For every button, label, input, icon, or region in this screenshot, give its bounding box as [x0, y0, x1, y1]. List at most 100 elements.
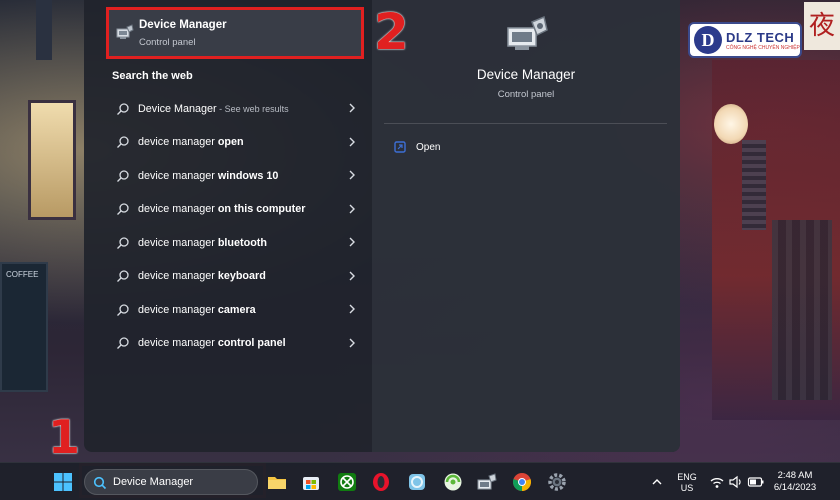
chalkboard-text: COFFEE [6, 270, 39, 279]
suggestion-text: device manager [138, 337, 218, 350]
taskbar-search-value: Device Manager [113, 476, 194, 488]
open-label: Open [416, 141, 441, 153]
logo-kanji: 夜 [804, 2, 840, 50]
chrome-icon[interactable] [511, 471, 533, 493]
web-suggestion-label: device manager on this computer [138, 203, 305, 215]
open-icon [394, 141, 406, 153]
chevron-right-icon [349, 170, 355, 180]
clock[interactable]: 2:48 AM 6/14/2023 [770, 470, 820, 494]
green-app-icon[interactable] [442, 471, 464, 493]
suggestion-bold-text: bluetooth [217, 236, 267, 249]
annotation-box-best-match [106, 7, 364, 59]
search-icon [93, 476, 107, 490]
web-suggestion-label: device manager control panel [138, 337, 286, 349]
suggestion-bold-text: open [217, 136, 244, 149]
language-code: ENG [677, 472, 697, 482]
search-icon [117, 103, 129, 115]
search-icon [117, 170, 129, 182]
suggestion-text: Device Manager [138, 102, 217, 115]
logo-tagline: CÔNG NGHỆ CHUYÊN NGHIỆP [726, 44, 800, 51]
wallpaper-lantern [714, 104, 748, 144]
wallpaper-pipes [772, 220, 832, 400]
open-button[interactable]: Open [394, 138, 440, 156]
chevron-up-icon[interactable] [650, 471, 664, 493]
suggestion-bold-text: on this computer [217, 203, 306, 216]
search-icon [117, 337, 129, 350]
web-suggestion-label: device manager windows 10 [138, 170, 278, 182]
windows-start-icon[interactable] [52, 471, 74, 493]
suggestion-bold-text: camera [217, 303, 256, 316]
suggestion-bold-text: keyboard [217, 270, 266, 283]
web-suggestion-item[interactable]: device manager open [108, 126, 362, 160]
chevron-right-icon [349, 103, 355, 113]
suggestion-bold-text: control panel [217, 337, 286, 350]
device-manager-large-icon [507, 15, 548, 50]
wallpaper-chalkboard: COFFEE [0, 262, 48, 392]
taskbar: Device Manager ENG US 2:48 AM 6/14/2023 [0, 462, 840, 500]
suggestion-text: device manager [138, 203, 218, 216]
search-icon [117, 270, 129, 283]
clock-time: 2:48 AM [777, 470, 813, 481]
web-suggestion-item[interactable]: Device Manager - See web results [108, 92, 362, 126]
wifi-icon[interactable] [709, 471, 725, 493]
chevron-right-icon [349, 137, 355, 146]
chevron-right-icon [349, 338, 355, 347]
suggestion-text: device manager [138, 236, 218, 249]
logo-badge: D DLZ TECH CÔNG NGHỆ CHUYÊN NGHIỆP [688, 22, 802, 58]
suggestion-text: device manager [138, 303, 218, 316]
volume-icon[interactable] [728, 471, 744, 493]
settings-icon[interactable] [546, 471, 568, 493]
suggestion-text: device manager [138, 270, 218, 283]
logo-mark-icon: D [694, 26, 722, 54]
wallpaper-lamp [36, 0, 52, 60]
details-subtitle: Control panel [497, 89, 555, 100]
results-list-column: Device Manager Control panel Search the … [84, 0, 372, 452]
chevron-right-icon [349, 271, 355, 280]
wallpaper-left: COFFEE [0, 0, 84, 462]
details-title: Device Manager [476, 67, 576, 82]
taskbar-search-field[interactable]: Device Manager [84, 469, 258, 495]
web-suggestion-label: Device Manager - See web results [138, 103, 289, 115]
web-suggestion-item[interactable]: device manager windows 10 [108, 159, 362, 193]
web-suggestion-item[interactable]: device manager on this computer [108, 193, 362, 227]
search-icon [117, 136, 129, 149]
suggestion-text: device manager [138, 136, 218, 149]
device-manager-taskbar-icon[interactable] [476, 471, 498, 493]
web-suggestion-item[interactable]: device manager camera [108, 293, 362, 327]
snipping-tool-icon[interactable] [406, 471, 428, 493]
web-suggestion-item[interactable]: device manager bluetooth [108, 226, 362, 260]
details-divider [384, 123, 667, 124]
watermark-logo: D DLZ TECH CÔNG NGHỆ CHUYÊN NGHIỆP 夜 [680, 0, 840, 60]
wallpaper-window [28, 100, 76, 220]
xbox-icon[interactable] [336, 471, 358, 493]
microsoft-store-icon[interactable] [300, 471, 322, 493]
battery-icon[interactable] [747, 471, 765, 493]
file-explorer-icon[interactable] [266, 471, 288, 493]
web-suggestion-label: device manager camera [138, 304, 256, 316]
web-suggestion-item[interactable]: device manager keyboard [108, 260, 362, 294]
details-pane: Device Manager Control panel Open [372, 0, 680, 452]
search-icon [117, 203, 129, 216]
chevron-right-icon [349, 204, 355, 213]
chevron-right-icon [349, 237, 355, 247]
web-suggestion-item[interactable]: device manager control panel [108, 327, 362, 361]
language-indicator[interactable]: ENG US [674, 472, 700, 494]
wallpaper-shutter [742, 140, 766, 230]
clock-date: 6/14/2023 [773, 482, 817, 493]
chevron-right-icon [349, 304, 355, 314]
search-icon [117, 304, 129, 316]
suggestion-bold-text: windows 10 [217, 169, 279, 182]
wallpaper-right [682, 0, 840, 462]
web-suggestion-label: device manager open [138, 136, 244, 148]
annotation-number-2: 2 [374, 3, 409, 61]
annotation-number-1: 1 [48, 410, 81, 464]
search-results-panel: Device Manager Control panel Search the … [84, 0, 680, 452]
suggestion-text: device manager [138, 169, 218, 182]
region-code: US [680, 483, 694, 493]
web-suggestion-label: device manager keyboard [138, 270, 266, 282]
opera-icon[interactable] [370, 471, 392, 493]
web-suggestions-list: Device Manager - See web results device m… [108, 92, 362, 360]
search-icon [117, 237, 129, 249]
search-web-heading: Search the web [112, 70, 193, 82]
suggestion-hint: - See web results [216, 103, 289, 114]
